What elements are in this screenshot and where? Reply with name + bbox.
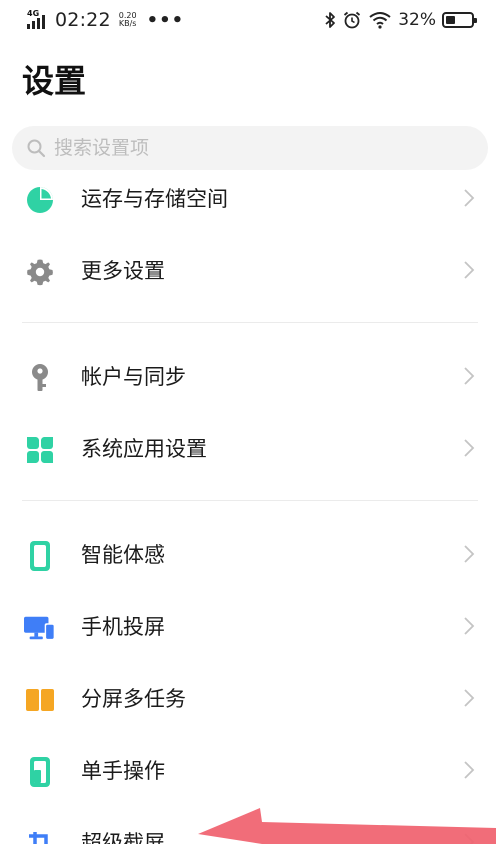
bluetooth-icon [325,12,336,28]
battery-percent: 32% [398,10,436,30]
settings-item-label: 运存与存储空间 [81,187,228,211]
one-hand-icon [24,756,56,788]
chevron-right-icon [464,689,475,707]
status-left: 4G 02:22 0.20 KB/s ••• [27,9,184,31]
settings-item-more[interactable]: 更多设置 [0,234,500,306]
search-icon [27,139,46,158]
annotation-arrow-icon [198,808,496,844]
status-right: 32% [324,10,477,30]
more-notifications-icon: ••• [146,9,185,31]
settings-item-screen-cast[interactable]: 手机投屏 [0,590,500,662]
net-speed: 0.20 KB/s [119,12,137,28]
gear-icon [24,256,56,288]
four-petal-icon [24,434,56,466]
split-screen-icon [24,684,56,716]
settings-item-label: 单手操作 [81,759,165,783]
wifi-icon [369,12,391,29]
settings-item-label: 系统应用设置 [81,437,207,461]
battery-fill [446,16,455,24]
group-divider [0,306,500,340]
clock: 02:22 [55,9,111,31]
settings-item-label: 分屏多任务 [81,687,186,711]
screenshot-icon [24,828,56,844]
settings-list: 运存与存储空间 更多设置 帐户与同步 系统应用设置 智能体感 手机投屏 分屏多任… [0,162,500,844]
storage-pie-icon [24,184,56,216]
battery-icon [442,12,477,28]
group-divider [0,484,500,518]
chevron-right-icon [464,367,475,385]
key-icon [24,362,56,394]
settings-item-label: 帐户与同步 [81,365,186,389]
settings-item-label: 智能体感 [81,543,165,567]
phone-motion-icon [24,540,56,572]
settings-item-label: 手机投屏 [81,615,165,639]
chevron-right-icon [464,439,475,457]
net-speed-unit: KB/s [118,19,137,28]
settings-item-storage[interactable]: 运存与存储空间 [0,162,500,234]
screen-cast-icon [24,612,56,644]
settings-item-label: 更多设置 [81,259,165,283]
settings-item-system-apps[interactable]: 系统应用设置 [0,412,500,484]
page-title: 设置 [22,62,87,100]
status-bar: 4G 02:22 0.20 KB/s ••• 32% [0,0,500,40]
alarm-icon [344,11,361,29]
chevron-right-icon [464,261,475,279]
chevron-right-icon [464,617,475,635]
settings-item-split-screen[interactable]: 分屏多任务 [0,662,500,734]
chevron-right-icon [464,761,475,779]
chevron-right-icon [464,545,475,563]
chevron-right-icon [464,189,475,207]
search-input[interactable] [54,137,454,159]
settings-item-accounts[interactable]: 帐户与同步 [0,340,500,412]
settings-item-one-hand[interactable]: 单手操作 [0,734,500,806]
signal-icon: 4G [27,9,49,30]
settings-item-motion[interactable]: 智能体感 [0,518,500,590]
settings-item-label: 超级截屏 [81,831,165,844]
